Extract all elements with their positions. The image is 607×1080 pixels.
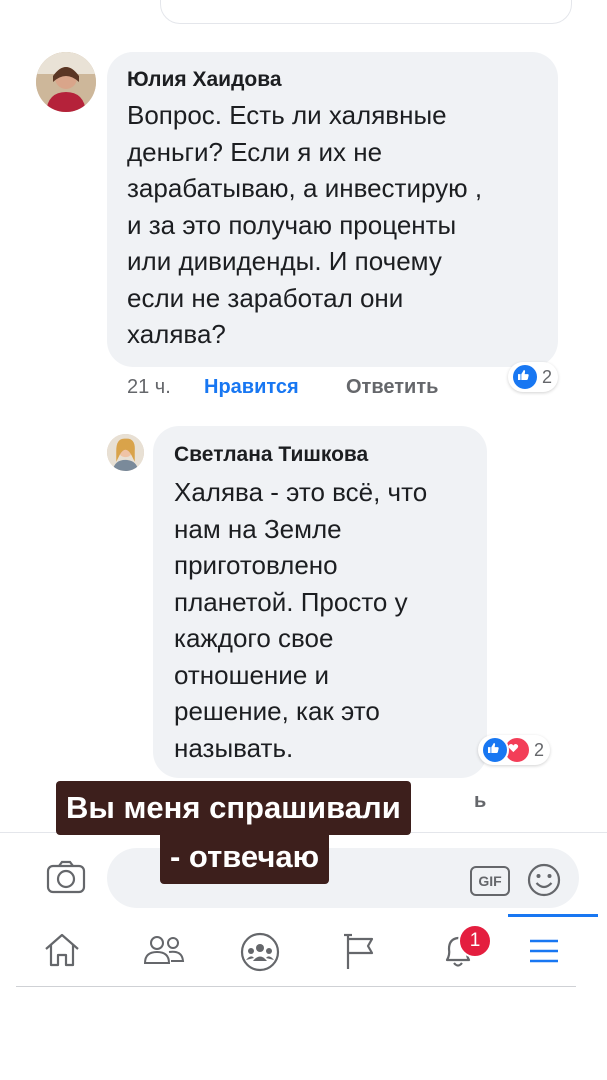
like-reaction-icon [481, 736, 509, 764]
nav-home[interactable] [16, 914, 106, 986]
bottom-navigation [16, 914, 598, 987]
like-button[interactable]: Нравится [204, 376, 299, 399]
nav-pages[interactable] [314, 914, 404, 986]
reaction-count: 2 [534, 739, 545, 760]
active-tab-indicator [508, 914, 598, 917]
comment-timestamp[interactable]: 21 ч. [127, 376, 171, 399]
reply-text: Халява - это всё, что нам на Земле приго… [174, 477, 428, 763]
camera-icon[interactable] [46, 860, 86, 894]
previous-comment-bubble [160, 0, 572, 24]
reply-author[interactable]: Светлана Тишкова [174, 443, 368, 467]
avatar-photo-icon [36, 52, 96, 112]
emoji-icon[interactable] [526, 862, 562, 898]
nav-menu[interactable] [498, 914, 598, 986]
reaction-count: 2 [542, 366, 553, 387]
caption-overlay-line-2: - отвечаю [160, 830, 330, 884]
flag-icon [344, 933, 374, 969]
home-icon [45, 933, 79, 967]
nav-friends[interactable] [116, 914, 206, 986]
avatar-photo-icon [107, 434, 144, 471]
nav-groups[interactable] [213, 914, 303, 986]
notification-badge: 1 [458, 924, 492, 958]
menu-icon [530, 939, 558, 963]
caption-overlay-line-1: Вы меня спрашивали [56, 781, 411, 835]
reply-button[interactable]: Ответить [346, 376, 438, 399]
gif-button[interactable]: GIF [470, 866, 510, 896]
reaction-summary[interactable]: 2 [508, 362, 559, 392]
reply-button-fragment[interactable]: ь [474, 790, 486, 813]
avatar[interactable] [36, 52, 96, 112]
comment-text: Вопрос. Есть ли халявные деньги? Если я … [127, 100, 483, 349]
avatar[interactable] [107, 434, 144, 471]
like-reaction-icon [511, 363, 539, 391]
groups-icon [240, 932, 280, 972]
reaction-summary[interactable]: 2 [478, 735, 551, 765]
comment-author[interactable]: Юлия Хаидова [127, 68, 282, 92]
friends-icon [143, 936, 185, 964]
